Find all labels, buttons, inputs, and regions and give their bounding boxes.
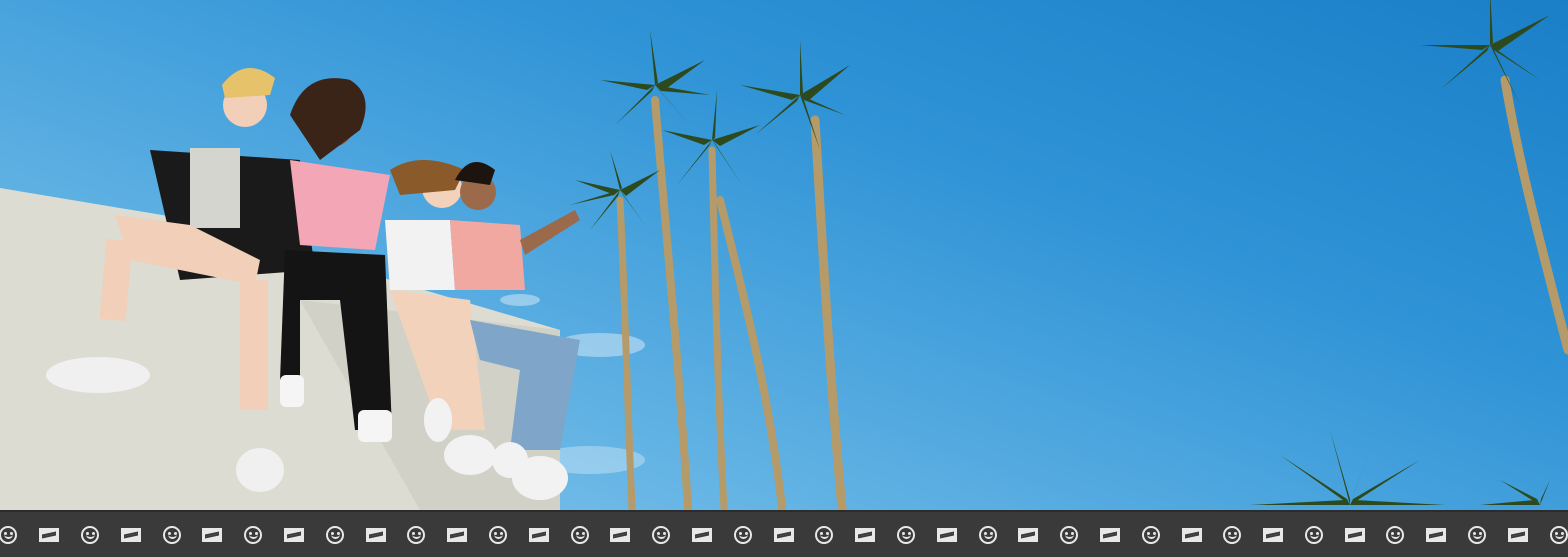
smiley-icon <box>1060 525 1079 544</box>
palm-trees <box>616 75 1568 510</box>
icon-strip-row <box>0 512 1568 557</box>
flag-icon <box>528 527 549 542</box>
smiley-icon <box>1223 525 1242 544</box>
strip-item <box>478 512 519 557</box>
smiley-icon <box>80 525 99 544</box>
flag-icon <box>39 527 60 542</box>
strip-item <box>1334 512 1375 557</box>
strip-item <box>1497 512 1538 557</box>
decorative-icon-strip <box>0 510 1568 557</box>
strip-item <box>518 512 559 557</box>
strip-item <box>1212 512 1253 557</box>
flag-icon <box>1018 527 1039 542</box>
strip-item <box>233 512 274 557</box>
smiley-icon <box>488 525 507 544</box>
smiley-icon <box>244 525 263 544</box>
flag-icon <box>610 527 631 542</box>
strip-item <box>1008 512 1049 557</box>
strip-item <box>559 512 600 557</box>
flag-icon <box>773 527 794 542</box>
flag-icon <box>691 527 712 542</box>
flag-icon <box>1344 527 1365 542</box>
strip-item <box>437 512 478 557</box>
smiley-icon <box>652 525 671 544</box>
flag-icon <box>1181 527 1202 542</box>
strip-item <box>1294 512 1335 557</box>
strip-item <box>926 512 967 557</box>
smiley-icon <box>1304 525 1323 544</box>
strip-item <box>1457 512 1498 557</box>
strip-item <box>1375 512 1416 557</box>
strip-item <box>355 512 396 557</box>
strip-item <box>70 512 111 557</box>
flag-icon <box>1507 527 1528 542</box>
strip-item <box>641 512 682 557</box>
smiley-icon <box>162 525 181 544</box>
strip-item <box>845 512 886 557</box>
strip-item <box>110 512 151 557</box>
flag-icon <box>936 527 957 542</box>
flag-icon <box>365 527 386 542</box>
smiley-icon <box>1141 525 1160 544</box>
smiley-icon <box>896 525 915 544</box>
smiley-icon <box>325 525 344 544</box>
hero-banner[interactable] <box>0 0 1568 510</box>
strip-item <box>29 512 70 557</box>
strip-item <box>1253 512 1294 557</box>
strip-item <box>600 512 641 557</box>
strip-item <box>1049 512 1090 557</box>
smiley-icon <box>407 525 426 544</box>
hero-scene <box>0 0 1568 510</box>
strip-item <box>192 512 233 557</box>
strip-item <box>0 512 29 557</box>
flag-icon <box>447 527 468 542</box>
strip-item <box>314 512 355 557</box>
strip-item <box>1090 512 1131 557</box>
flag-icon <box>1099 527 1120 542</box>
strip-item <box>151 512 192 557</box>
strip-item <box>1130 512 1171 557</box>
strip-item <box>1171 512 1212 557</box>
strip-item <box>763 512 804 557</box>
flag-icon <box>1263 527 1284 542</box>
strip-item <box>274 512 315 557</box>
smiley-icon <box>1386 525 1405 544</box>
smiley-icon <box>0 525 18 544</box>
strip-item <box>396 512 437 557</box>
smiley-icon <box>733 525 752 544</box>
flag-icon <box>1426 527 1447 542</box>
smiley-icon <box>815 525 834 544</box>
smiley-icon <box>978 525 997 544</box>
strip-item <box>1416 512 1457 557</box>
strip-item <box>722 512 763 557</box>
flag-icon <box>120 527 141 542</box>
flag-icon <box>202 527 223 542</box>
cloud <box>500 294 540 306</box>
strip-item <box>967 512 1008 557</box>
smiley-icon <box>1549 525 1568 544</box>
smiley-icon <box>1468 525 1487 544</box>
smiley-icon <box>570 525 589 544</box>
strip-item <box>804 512 845 557</box>
strip-item <box>1538 512 1568 557</box>
flag-icon <box>283 527 304 542</box>
strip-item <box>682 512 723 557</box>
strip-item <box>886 512 927 557</box>
flag-icon <box>855 527 876 542</box>
